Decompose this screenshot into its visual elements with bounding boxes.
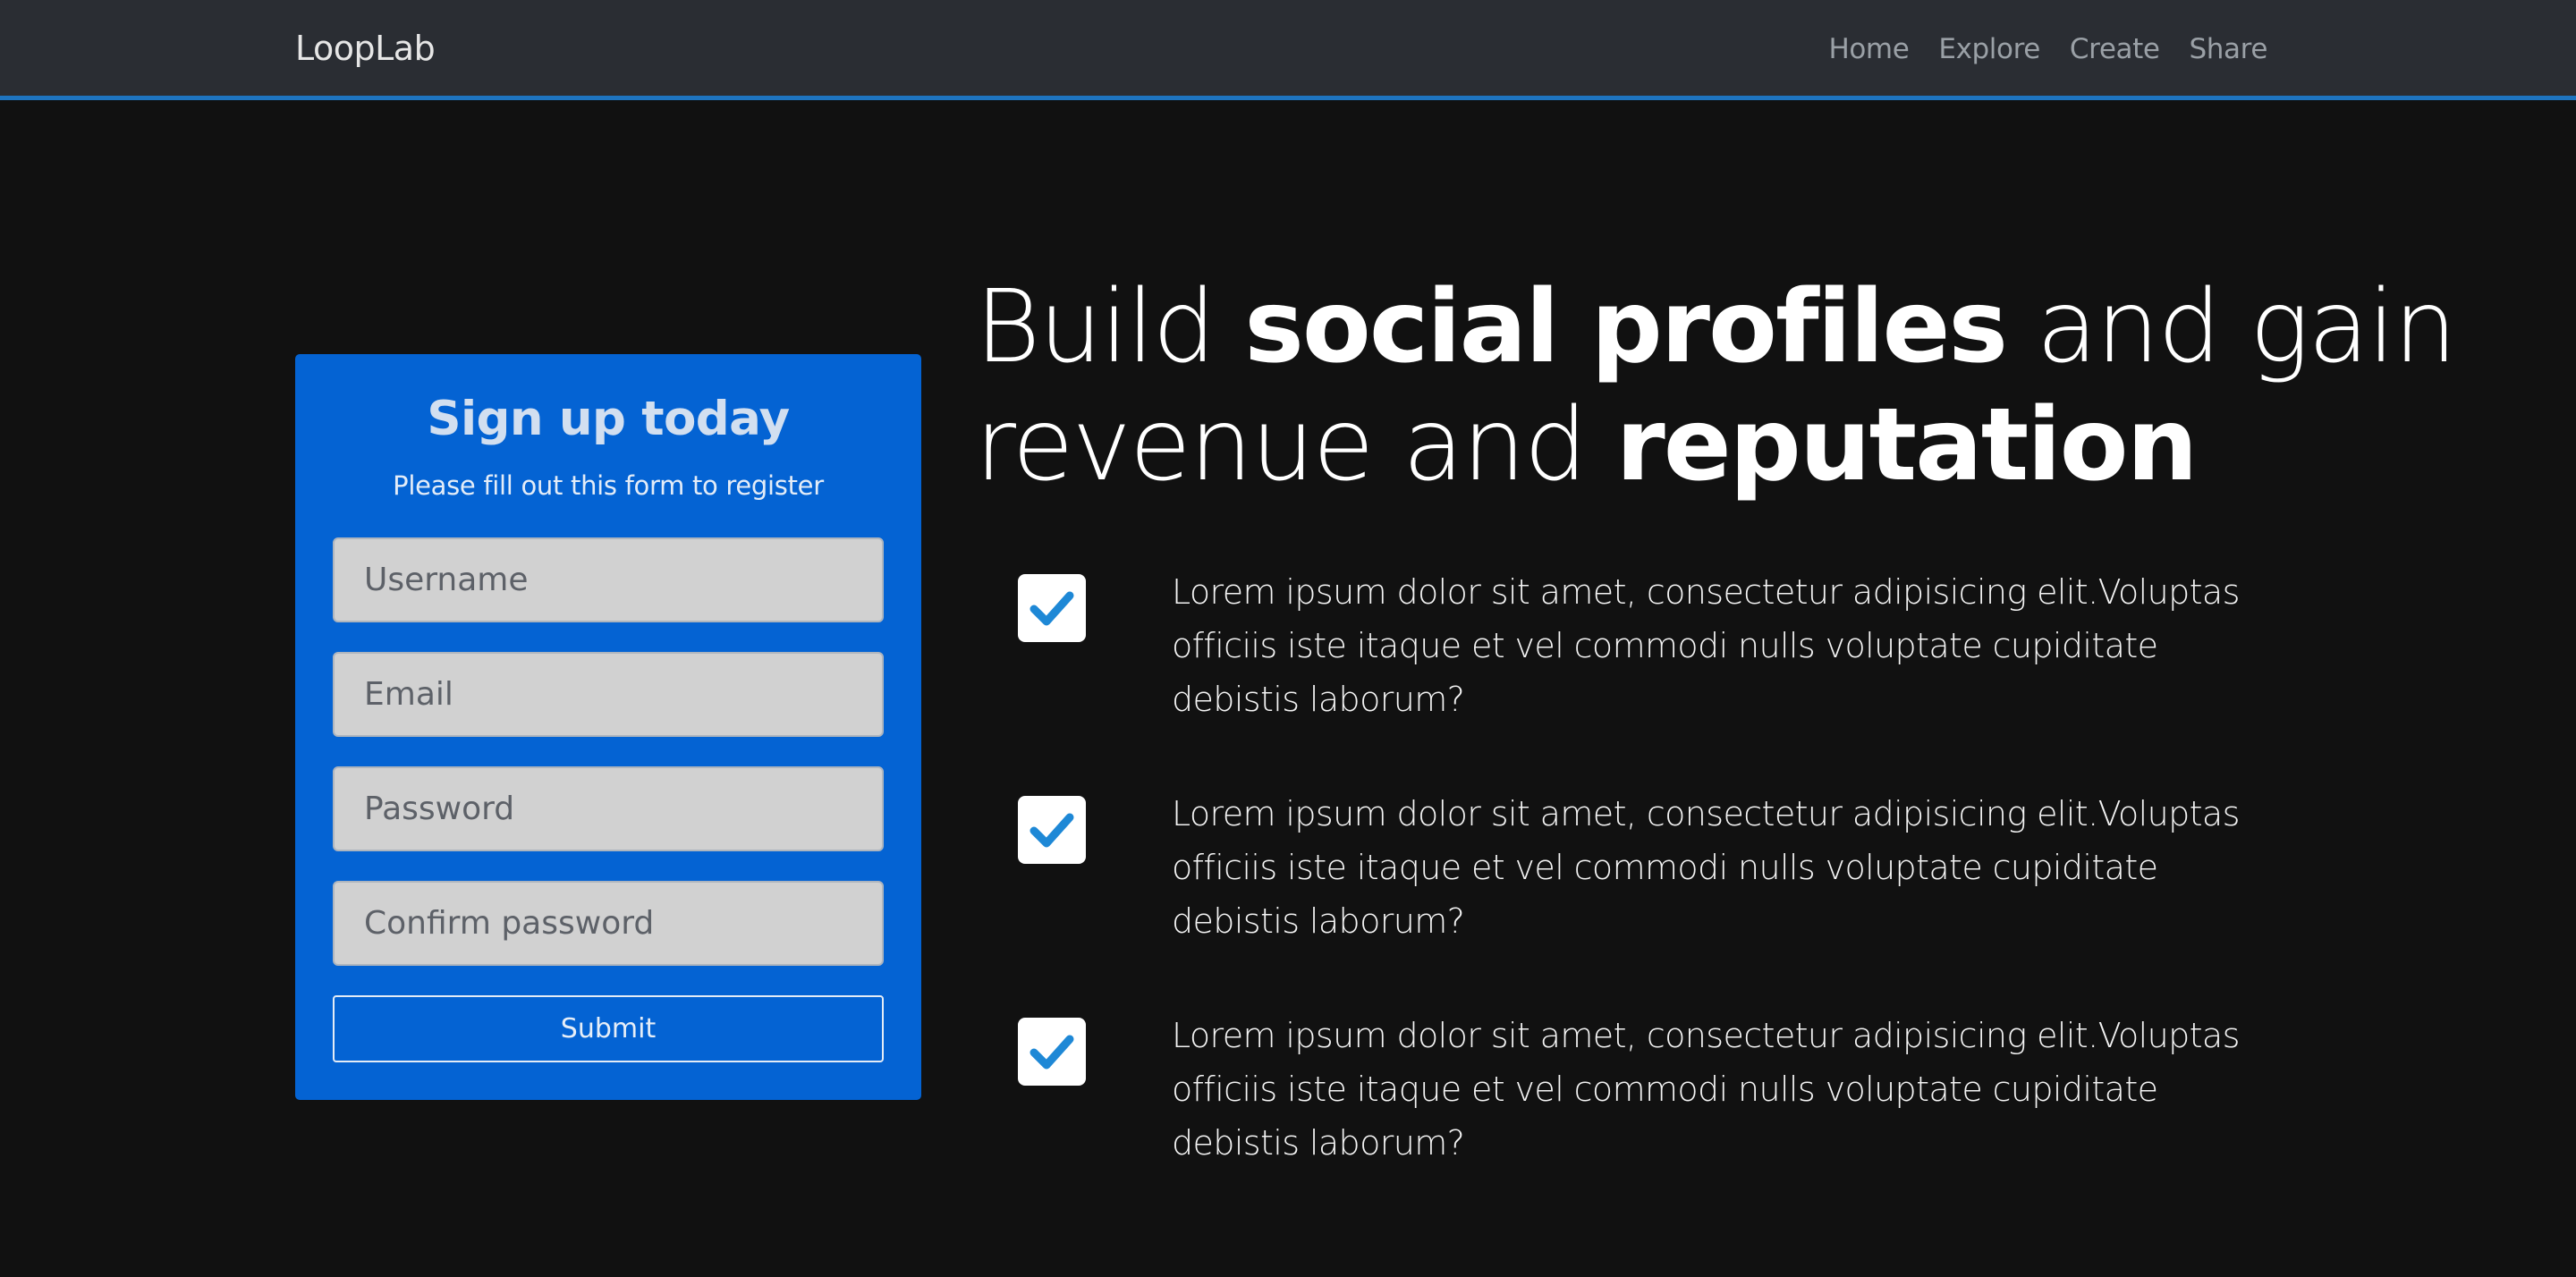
signup-form: Sign up today Please fill out this form …	[295, 354, 921, 1100]
hero-headline: Build social profiles and gain revenue an…	[975, 268, 2496, 504]
form-title: Sign up today	[427, 392, 790, 446]
navbar: LoopLab Home Explore Create Share	[0, 0, 2576, 100]
check-icon	[1030, 591, 1074, 626]
nav-link-home[interactable]: Home	[1828, 33, 1909, 65]
feature-text: Lorem ipsum dolor sit amet, consectetur …	[1172, 572, 2240, 719]
email-input[interactable]	[333, 652, 884, 737]
nav-link-share[interactable]: Share	[2190, 33, 2268, 65]
feature-text: Lorem ipsum dolor sit amet, consectetur …	[1172, 1016, 2240, 1163]
checkbox	[1018, 796, 1086, 864]
nav-link-explore[interactable]: Explore	[1938, 33, 2040, 65]
feature-item: Lorem ipsum dolor sit amet, consectetur …	[1018, 787, 2377, 941]
headline-part: Build	[975, 269, 1245, 385]
confirm-password-input[interactable]	[333, 881, 884, 966]
form-subtitle: Please fill out this form to register	[393, 470, 824, 501]
headline-part: revenue and	[975, 387, 1616, 503]
brand-logo[interactable]: LoopLab	[295, 29, 436, 68]
username-input[interactable]	[333, 537, 884, 622]
headline-part: and gain	[2006, 269, 2457, 385]
checkbox	[1018, 1018, 1086, 1086]
checkbox	[1018, 574, 1086, 642]
nav-links: Home Explore Create Share	[1828, 33, 2267, 65]
feature-item: Lorem ipsum dolor sit amet, consectetur …	[1018, 1009, 2377, 1163]
headline-bold-social-profiles: social profiles	[1244, 269, 2008, 385]
feature-item: Lorem ipsum dolor sit amet, consectetur …	[1018, 565, 2377, 719]
submit-button[interactable]: Submit	[333, 995, 884, 1062]
headline-bold-reputation: reputation	[1615, 387, 2198, 503]
feature-text: Lorem ipsum dolor sit amet, consectetur …	[1172, 794, 2240, 941]
nav-link-create[interactable]: Create	[2070, 33, 2160, 65]
check-icon	[1030, 1035, 1074, 1070]
password-input[interactable]	[333, 766, 884, 851]
check-icon	[1030, 813, 1074, 848]
